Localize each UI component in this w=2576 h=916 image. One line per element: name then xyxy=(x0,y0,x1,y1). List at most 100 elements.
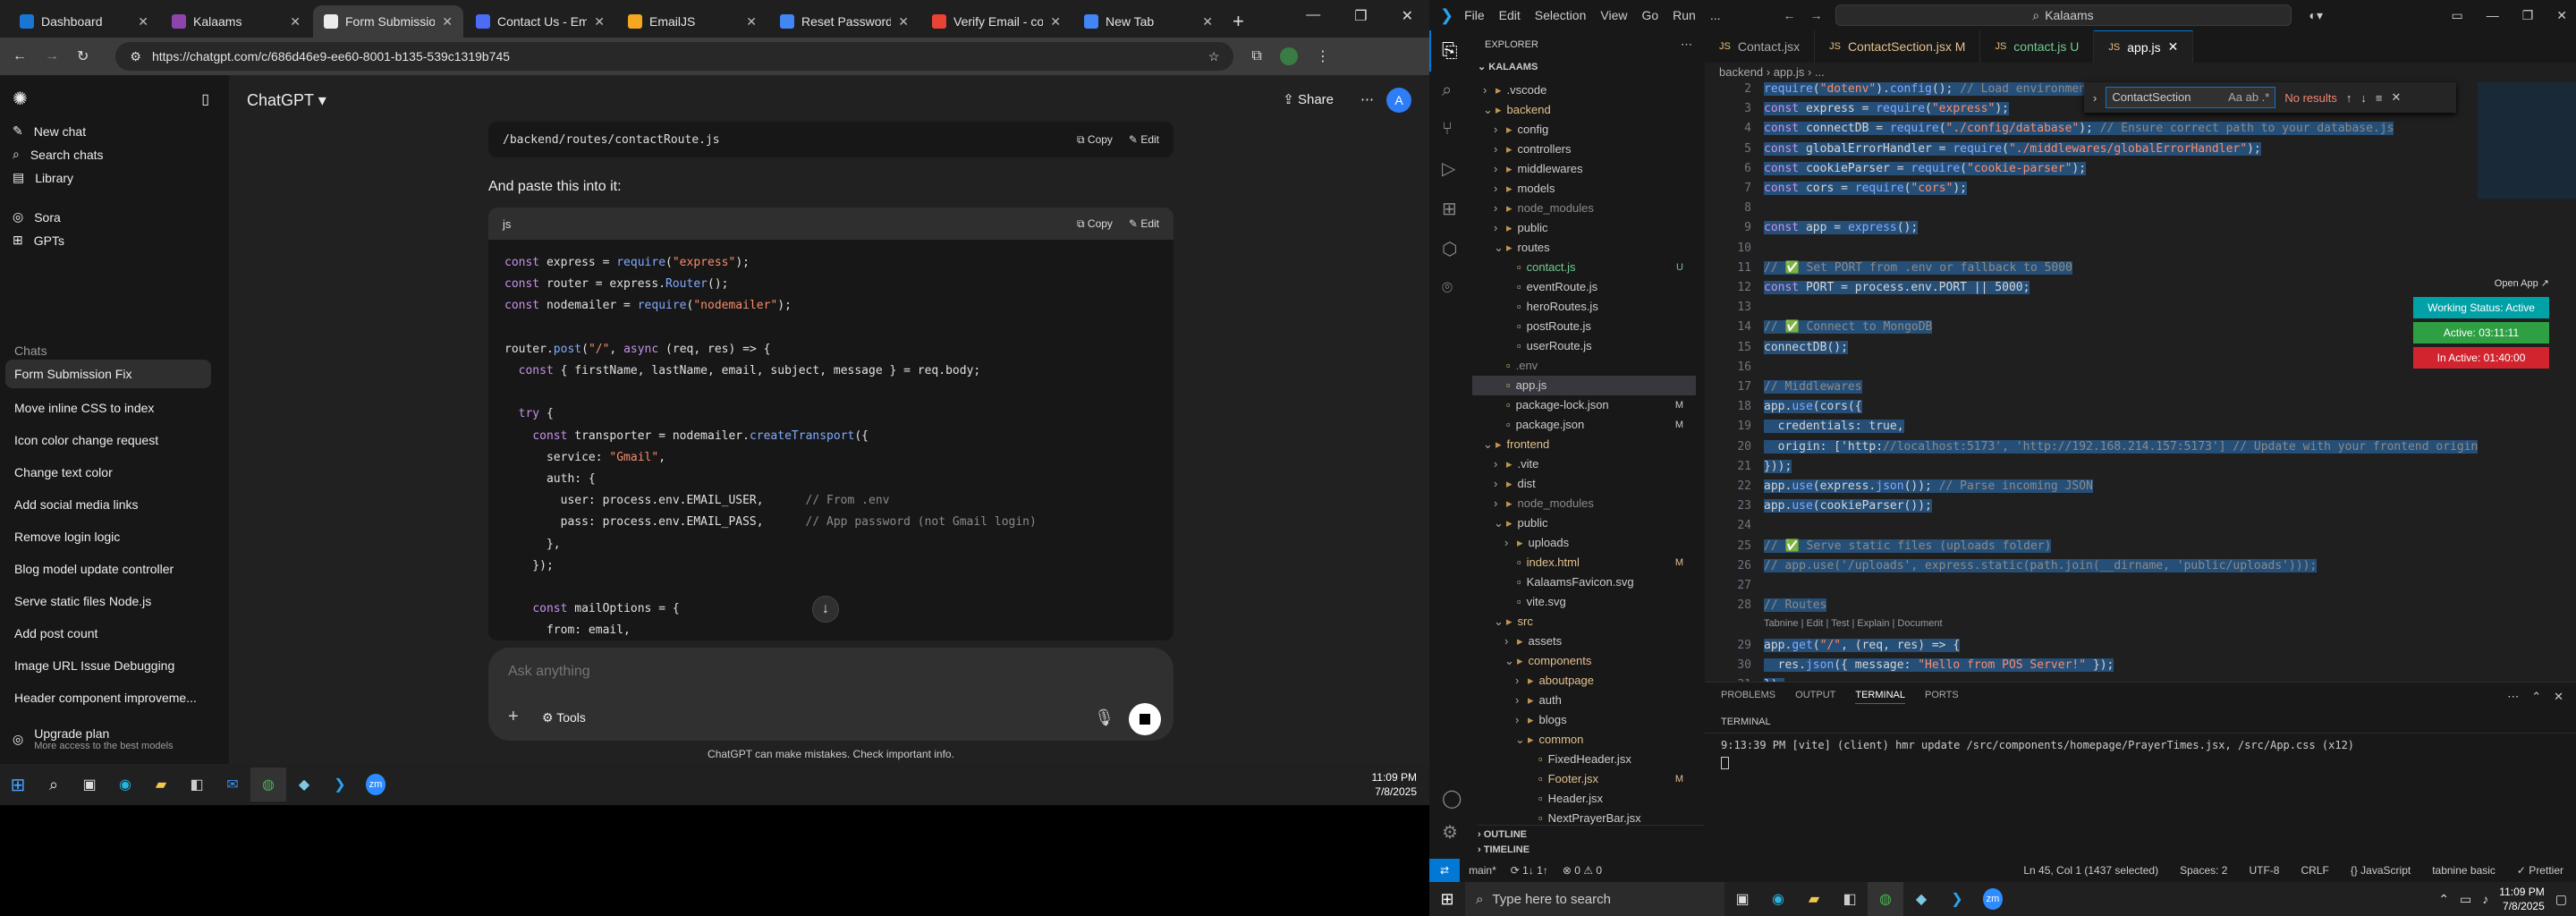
panel-tab[interactable]: PROBLEMS xyxy=(1721,690,1775,704)
model-selector[interactable]: ChatGPT ▾ xyxy=(247,91,326,110)
tree-item[interactable]: ▫ .env xyxy=(1472,356,1696,376)
mongodb-icon[interactable]: ⌾ xyxy=(1429,269,1472,308)
copy-button[interactable]: ⧉ Copy xyxy=(1077,133,1113,147)
tree-item[interactable]: ▫ userRoute.js xyxy=(1472,336,1696,356)
sidebar-item[interactable]: ▤ Library xyxy=(13,170,73,185)
minimize-icon[interactable]: — xyxy=(2487,8,2499,23)
timeline-section[interactable]: › TIMELINE xyxy=(1478,844,1530,855)
store-icon[interactable]: ◧ xyxy=(1832,882,1868,916)
find-close-icon[interactable]: ✕ xyxy=(2391,90,2401,105)
tree-item[interactable]: › ▸ auth xyxy=(1472,691,1696,710)
copy-code-button[interactable]: ⧉ Copy xyxy=(1077,217,1113,231)
add-icon[interactable]: + xyxy=(508,707,519,727)
file-explorer-icon[interactable]: ▰ xyxy=(1796,882,1832,916)
panel-maximize-icon[interactable]: ⌃ xyxy=(2531,690,2541,704)
chat-item[interactable]: Blog model update controller xyxy=(14,562,174,576)
menu-item[interactable]: View xyxy=(1600,8,1627,22)
status-item[interactable]: Ln 45, Col 1 (1437 selected) xyxy=(2023,864,2158,877)
panel-tab[interactable]: TERMINAL xyxy=(1855,690,1905,704)
app-icon[interactable]: ◆ xyxy=(1903,882,1939,916)
menu-item[interactable]: ... xyxy=(1710,8,1721,22)
forward-icon[interactable]: → xyxy=(45,48,59,64)
codelens[interactable]: Tabnine | Edit | Test | Explain | Docume… xyxy=(1764,618,1943,629)
panel-tab[interactable]: OUTPUT xyxy=(1795,690,1835,704)
search-icon[interactable]: ⌕ xyxy=(36,768,72,802)
chrome-icon[interactable]: ◍ xyxy=(1868,882,1903,916)
status-item[interactable]: UTF-8 xyxy=(2249,864,2279,877)
copilot-icon[interactable]: ◐▾ xyxy=(2309,8,2323,23)
tab-close-icon[interactable]: ✕ xyxy=(1202,14,1213,30)
chat-item[interactable]: Move inline CSS to index xyxy=(14,401,154,415)
tab-close-icon[interactable]: ✕ xyxy=(1050,14,1061,30)
tab-close-icon[interactable]: ✕ xyxy=(290,14,301,30)
reload-icon[interactable]: ↻ xyxy=(77,47,89,65)
tree-item[interactable]: › ▸ .vscode xyxy=(1472,81,1696,100)
status-item[interactable]: ⟳ 1↓ 1↑ xyxy=(1511,864,1548,877)
sidebar-item[interactable]: ⊞ GPTs xyxy=(13,233,64,248)
extensions-icon[interactable]: ⊞ xyxy=(1429,189,1472,229)
status-item[interactable]: tabnine basic xyxy=(2432,864,2496,877)
tree-item[interactable]: ▫ KalaamsFavicon.svg xyxy=(1472,572,1696,592)
stop-button[interactable] xyxy=(1129,703,1161,735)
tree-item[interactable]: ▫ package.json M xyxy=(1472,415,1696,435)
vscode-icon[interactable]: ❯ xyxy=(322,768,358,802)
tree-item[interactable]: › ▸ node_modules xyxy=(1472,199,1696,218)
tree-item[interactable]: › ▸ middlewares xyxy=(1472,159,1696,179)
chat-item[interactable]: Add social media links xyxy=(14,497,139,512)
browser-tab[interactable]: Verify Email - con ✕ xyxy=(921,5,1072,38)
share-button[interactable]: ⇪ Share xyxy=(1283,91,1334,107)
zoom-icon[interactable]: zm xyxy=(1975,882,2011,916)
sidebar-item[interactable]: ◎ Sora xyxy=(13,209,61,225)
browser-tab[interactable]: Dashboard ✕ xyxy=(9,5,159,38)
status-item[interactable]: {} JavaScript xyxy=(2351,864,2411,877)
tab-close-icon[interactable]: ✕ xyxy=(746,14,757,30)
bookmark-star-icon[interactable]: ☆ xyxy=(1208,49,1220,64)
search-icon[interactable]: ⌕ xyxy=(1429,72,1472,110)
status-item[interactable]: main* xyxy=(1469,864,1496,877)
browser-tab[interactable]: Kalaams ✕ xyxy=(161,5,311,38)
browser-tab[interactable]: Contact Us - Emai ✕ xyxy=(465,5,615,38)
editor-tab[interactable]: JS Contact.jsx xyxy=(1705,30,1816,63)
chat-item[interactable]: Icon color change request xyxy=(14,433,158,447)
panel-more-icon[interactable]: ⋯ xyxy=(2507,690,2519,704)
browser-tab[interactable]: Form Submission Fix ✕ xyxy=(313,5,463,38)
open-app-link[interactable]: Open App ↗ xyxy=(2495,277,2549,289)
sidebar-item[interactable]: ⌕ Search chats xyxy=(13,147,104,162)
tree-item[interactable]: › ▸ assets xyxy=(1472,632,1696,651)
task-view-icon[interactable]: ▣ xyxy=(72,768,107,802)
layout-icon[interactable]: ▭ xyxy=(2451,8,2462,23)
mail-icon[interactable]: ✉ xyxy=(215,768,250,802)
tree-item[interactable]: ▫ eventRoute.js xyxy=(1472,277,1696,297)
tree-item[interactable]: ▫ vite.svg xyxy=(1472,592,1696,612)
network-icon[interactable]: ▭ xyxy=(2460,892,2471,907)
chat-item[interactable]: Serve static files Node.js xyxy=(14,594,151,608)
chrome-icon[interactable]: ◍ xyxy=(250,768,286,802)
tree-item[interactable]: ▫ Header.jsx xyxy=(1472,789,1696,809)
scroll-down-button[interactable]: ↓ xyxy=(812,596,839,623)
tree-item[interactable]: › ▸ dist xyxy=(1472,474,1696,494)
edit-button[interactable]: ✎ Edit xyxy=(1129,133,1159,147)
tree-item[interactable]: ▫ Footer.jsx M xyxy=(1472,769,1696,789)
windows-start-icon[interactable]: ⊞ xyxy=(1429,882,1465,916)
menu-dots-icon[interactable]: ⋮ xyxy=(1316,47,1330,65)
nav-back-icon[interactable]: ← xyxy=(1784,8,1796,22)
user-avatar[interactable]: A xyxy=(1386,88,1411,113)
notification-icon[interactable]: ▢ xyxy=(2555,892,2567,907)
new-tab-button[interactable]: + xyxy=(1224,5,1253,38)
status-item[interactable]: ⊗ 0 ⚠ 0 xyxy=(1563,864,1602,877)
windows-start-icon[interactable]: ⊞ xyxy=(0,768,36,802)
tray-chevron-icon[interactable]: ⌃ xyxy=(2438,892,2449,907)
taskbar-search[interactable]: ⌕ Type here to search xyxy=(1465,882,1724,916)
tree-item[interactable]: › ▸ blogs xyxy=(1472,710,1696,730)
close-icon[interactable]: ✕ xyxy=(2556,8,2567,23)
tree-item[interactable]: ▫ postRoute.js xyxy=(1472,317,1696,336)
tab-close-icon[interactable]: ✕ xyxy=(2168,39,2179,55)
tree-item[interactable]: ▫ app.js xyxy=(1472,376,1696,395)
find-prev-icon[interactable]: ↑ xyxy=(2346,91,2352,105)
more-options-icon[interactable]: ⋯ xyxy=(1360,91,1374,107)
menu-item[interactable]: Selection xyxy=(1535,8,1587,22)
command-center[interactable]: ⌕ Kalaams xyxy=(1835,4,2292,26)
menu-item[interactable]: Go xyxy=(1641,8,1658,22)
zoom-icon[interactable]: zm xyxy=(358,768,394,802)
edge-icon[interactable]: ◉ xyxy=(1760,882,1796,916)
